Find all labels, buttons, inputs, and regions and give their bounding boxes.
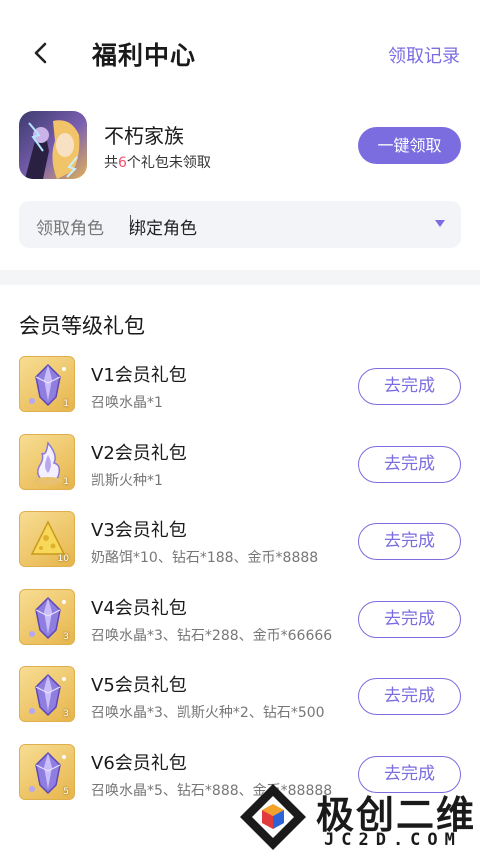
- section-divider: [0, 270, 480, 285]
- gift-name: V1会员礼包: [91, 365, 187, 386]
- gift-name: V2会员礼包: [91, 443, 187, 464]
- crystal-icon: 1: [19, 356, 75, 412]
- game-avatar-icon: [19, 111, 87, 179]
- pending-gifts-text: 共6个礼包未领取: [104, 152, 211, 172]
- role-dropdown[interactable]: 领取角色 绑定角色: [19, 201, 461, 248]
- crystal-icon: 5: [19, 744, 75, 800]
- game-card: 不朽家族 共6个礼包未领取 一键领取 领取角色 绑定角色: [0, 100, 480, 270]
- crystal-icon: 3: [19, 666, 75, 722]
- go-complete-button[interactable]: 去完成: [358, 601, 461, 638]
- page-title: 福利中心: [92, 41, 197, 70]
- cheese-icon: 10: [19, 511, 75, 567]
- gift-name: V4会员礼包: [91, 598, 187, 619]
- go-complete-button[interactable]: 去完成: [358, 523, 461, 560]
- top-bar: 福利中心 领取记录: [0, 0, 480, 100]
- crystal-icon: 3: [19, 589, 75, 645]
- gift-description: 召唤水晶*3、钻石*288、金币*66666: [91, 628, 333, 644]
- role-label: 领取角色: [36, 219, 104, 239]
- claim-all-button[interactable]: 一键领取: [358, 127, 461, 164]
- flame-icon: 1: [19, 434, 75, 490]
- gift-row: 10 V3会员礼包奶酪饵*10、钻石*188、金币*8888 去完成: [0, 510, 480, 582]
- back-arrow-icon[interactable]: [26, 38, 56, 68]
- pending-prefix: 共: [104, 155, 118, 171]
- watermark-logo-icon: [240, 784, 306, 850]
- gift-row: 1 V2会员礼包凯斯火种*1 去完成: [0, 433, 480, 505]
- role-value: 绑定角色: [129, 219, 197, 239]
- gift-description: 奶酪饵*10、钻石*188、金币*8888: [91, 550, 319, 566]
- watermark: 极创二维 JC2D.COM: [232, 776, 480, 859]
- gift-item-count: 1: [63, 477, 69, 487]
- gift-row: 3 V5会员礼包召唤水晶*3、凯斯火种*2、钻石*500 去完成: [0, 665, 480, 737]
- go-complete-button[interactable]: 去完成: [358, 446, 461, 483]
- gift-name: V6会员礼包: [91, 753, 187, 774]
- gift-description: 召唤水晶*1: [91, 395, 163, 411]
- game-name: 不朽家族: [104, 124, 184, 148]
- claim-records-link[interactable]: 领取记录: [388, 42, 460, 68]
- go-complete-button[interactable]: 去完成: [358, 678, 461, 715]
- gift-row: 1 V1会员礼包召唤水晶*1 去完成: [0, 355, 480, 427]
- gift-description: 召唤水晶*3、凯斯火种*2、钻石*500: [91, 705, 325, 721]
- pending-suffix: 个礼包未领取: [126, 155, 211, 171]
- dropdown-caret-icon: [435, 220, 445, 227]
- gift-item-count: 10: [57, 554, 69, 564]
- gift-name: V5会员礼包: [91, 675, 187, 696]
- go-complete-button[interactable]: 去完成: [358, 368, 461, 405]
- pending-count: 6: [118, 155, 127, 171]
- gift-item-count: 3: [63, 709, 69, 719]
- gift-item-count: 3: [63, 632, 69, 642]
- gift-row: 3 V4会员礼包召唤水晶*3、钻石*288、金币*66666 去完成: [0, 588, 480, 660]
- gift-description: 凯斯火种*1: [91, 473, 163, 489]
- watermark-subtext: JC2D.COM: [324, 830, 462, 850]
- section-title: 会员等级礼包: [19, 314, 145, 338]
- gift-item-count: 1: [63, 399, 69, 409]
- gift-name: V3会员礼包: [91, 520, 187, 541]
- gift-item-count: 5: [63, 787, 69, 797]
